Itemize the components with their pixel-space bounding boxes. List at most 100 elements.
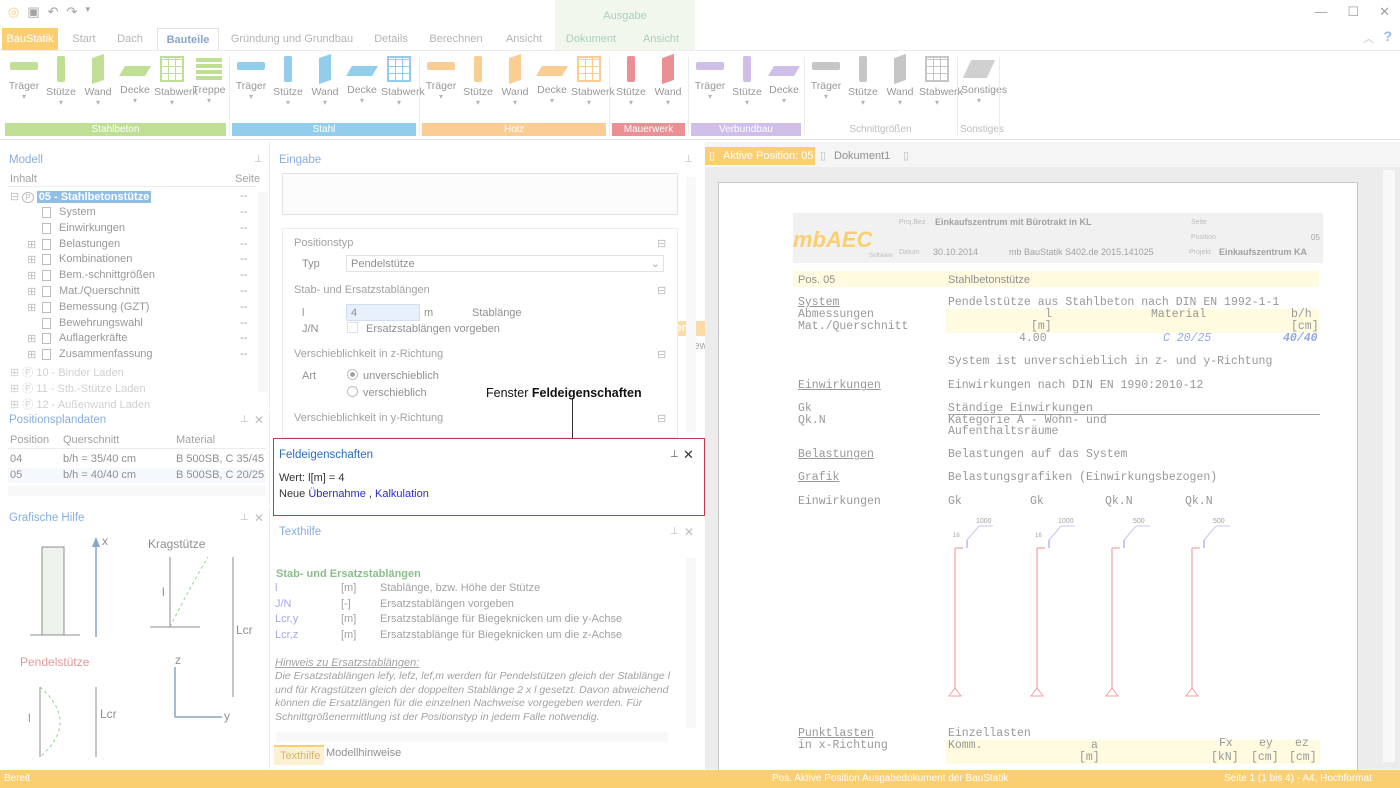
ribbon-button-träger[interactable]: Träger ▾ xyxy=(808,56,844,101)
ribbon-button-decke[interactable]: Decke ▾ xyxy=(534,56,570,105)
customize-icon[interactable]: ▾ xyxy=(85,4,90,20)
collapse-icon[interactable]: ⊟ xyxy=(10,191,19,203)
chevron-down-icon: ▾ xyxy=(934,98,939,107)
ribbon-button-stütze[interactable]: Stütze ▾ xyxy=(460,56,496,107)
tab-details[interactable]: Details xyxy=(366,28,416,50)
ribbon-button-stütze[interactable]: Stütze ▾ xyxy=(613,56,649,107)
tab-aktive-position[interactable]: ▯ Aktive Position: 05 xyxy=(705,147,815,165)
tab-dach[interactable]: Dach xyxy=(110,28,150,50)
ribbon-button-träger[interactable]: Träger ▾ xyxy=(692,56,728,101)
pin-icon[interactable]: ⊥ xyxy=(254,154,263,165)
h-scrollbar[interactable] xyxy=(276,732,668,742)
ribbon-button-stabwerk[interactable]: Stabwerk ▾ xyxy=(154,56,198,107)
close-icon[interactable]: ✕ xyxy=(254,413,264,427)
app-icon[interactable]: ◎ xyxy=(8,4,19,20)
minimize-icon[interactable]: — xyxy=(1314,4,1327,20)
link-kalkulation[interactable]: Kalkulation xyxy=(375,488,429,500)
scrollbar[interactable] xyxy=(258,192,268,392)
tree-root[interactable]: ⊟ P 05 - Stahlbetonstütze xyxy=(10,190,152,203)
table-row[interactable]: 04 b/h = 35/40 cm B 500SB, C 35/45 xyxy=(8,452,266,467)
tab-berechnen[interactable]: Berechnen xyxy=(424,28,488,50)
pin-icon[interactable]: ⊥ xyxy=(670,526,679,537)
hint-line: Die Ersatzstablängen lefy, lefz, lef,m w… xyxy=(275,670,670,682)
expand-icon[interactable]: ⊞ xyxy=(27,332,36,345)
hdr-datum: 30.10.2014 xyxy=(933,247,979,257)
redo-icon[interactable]: ↷ xyxy=(67,4,78,20)
ribbon-button-stütze[interactable]: Stütze ▾ xyxy=(270,56,306,107)
tree-item-label: Auflagerkräfte xyxy=(59,332,128,345)
load-value: 1000 xyxy=(976,518,992,525)
hdr-label: Seite xyxy=(1191,219,1207,226)
ribbon-button-wand[interactable]: Wand ▾ xyxy=(882,53,918,107)
ribbon-button-stütze[interactable]: Stütze ▾ xyxy=(845,56,881,107)
scrollbar[interactable] xyxy=(686,558,696,728)
tab-dokument[interactable]: Dokument xyxy=(560,28,622,50)
expand-icon[interactable]: ⊞ xyxy=(27,301,36,314)
maximize-icon[interactable]: ☐ xyxy=(1347,4,1359,20)
pin-icon[interactable]: ⊥ xyxy=(240,512,249,523)
ribbon-button-sonstiges[interactable]: Sonstiges ▾ xyxy=(961,56,1007,105)
ribbon-button-wand[interactable]: Wand ▾ xyxy=(80,53,116,107)
h-scrollbar[interactable] xyxy=(8,486,266,496)
scrollbar[interactable] xyxy=(686,177,696,432)
ribbon-button-stabwerk[interactable]: Stabwerk ▾ xyxy=(381,56,425,107)
close-icon[interactable]: ✕ xyxy=(683,447,694,463)
tab-start[interactable]: Start xyxy=(64,28,104,50)
save-icon[interactable]: ▣ xyxy=(27,4,39,20)
radio-verschieblich[interactable] xyxy=(347,386,358,397)
expand-icon[interactable]: ⊞ xyxy=(27,348,36,361)
collapse-icon[interactable]: ⊟ xyxy=(657,348,666,361)
tab-texthilfe[interactable]: Texthilfe xyxy=(274,745,324,765)
pin-icon[interactable]: ⊥ xyxy=(240,414,249,425)
ribbon-tabs: BauStatik Start Dach Bauteile Gründung u… xyxy=(0,28,1400,50)
tab-modellhinweise[interactable]: Modellhinweise xyxy=(326,747,401,759)
tab-ansicht-ausgabe[interactable]: Ansicht xyxy=(630,28,692,50)
pin-icon[interactable]: ⊥ xyxy=(684,154,693,165)
col-querschnitt: Querschnitt xyxy=(63,434,120,446)
ribbon-button-stütze[interactable]: Stütze ▾ xyxy=(43,56,79,107)
close-icon[interactable]: ✕ xyxy=(1379,4,1390,20)
ribbon-button-decke[interactable]: Decke ▾ xyxy=(117,56,153,105)
ribbon-button-stabwerk[interactable]: Stabwerk ▾ xyxy=(919,56,963,107)
expand-icon[interactable]: ⊞ xyxy=(27,253,36,266)
expand-icon[interactable]: ⊞ xyxy=(27,285,36,298)
tab-bauteile[interactable]: Bauteile xyxy=(157,28,219,50)
scrollbar[interactable] xyxy=(1383,170,1395,762)
ribbon-button-wand[interactable]: Wand ▾ xyxy=(650,53,686,107)
positionsplan-title: Positionsplandaten xyxy=(9,414,107,426)
radio-unverschieblich[interactable] xyxy=(347,369,358,380)
load-diagram xyxy=(948,525,993,697)
tree-position[interactable]: ⊞ Ⓟ 11 - Stb.-Stütze Laden xyxy=(10,380,146,396)
ribbon-button-stabwerk[interactable]: Stabwerk ▾ xyxy=(571,56,615,107)
ribbon-button-träger[interactable]: Träger ▾ xyxy=(423,56,459,101)
pin-icon[interactable]: ⊥ xyxy=(670,449,679,460)
ribbon-button-träger[interactable]: Träger ▾ xyxy=(6,56,42,101)
collapse-icon[interactable]: ⊟ xyxy=(657,412,666,425)
typ-select[interactable]: Pendelstütze ⌄ xyxy=(346,255,664,272)
ribbon-button-träger[interactable]: Träger ▾ xyxy=(233,56,269,101)
table-row[interactable]: 05 b/h = 40/40 cm B 500SB, C 20/25 xyxy=(8,468,266,483)
ribbon-button-treppe[interactable]: Treppe ▾ xyxy=(191,56,227,105)
tree-position[interactable]: ⊞ Ⓟ 10 - Binder Laden xyxy=(10,364,124,380)
expand-icon[interactable]: ⊞ xyxy=(27,238,36,251)
link-uebernahme[interactable]: Übernahme xyxy=(308,488,365,500)
jn-checkbox[interactable] xyxy=(347,322,358,333)
close-icon[interactable]: ✕ xyxy=(254,511,264,525)
close-icon[interactable]: ✕ xyxy=(684,525,694,539)
chevron-down-icon: ▾ xyxy=(976,96,981,105)
new-doc-icon[interactable]: ▯ xyxy=(903,149,909,162)
expand-icon[interactable]: ⊞ xyxy=(27,269,36,282)
l-input[interactable]: 4 xyxy=(346,304,420,321)
collapse-icon[interactable]: ⊟ xyxy=(657,237,666,250)
tab-baustatik[interactable]: BauStatik xyxy=(2,28,58,50)
ribbon-button-wand[interactable]: Wand ▾ xyxy=(307,53,343,107)
tab-gruendung[interactable]: Gründung und Grundbau xyxy=(226,28,358,50)
ribbon-button-wand[interactable]: Wand ▾ xyxy=(497,53,533,107)
undo-icon[interactable]: ↶ xyxy=(48,4,59,20)
ribbon-button-decke[interactable]: Decke ▾ xyxy=(344,56,380,105)
pos-title: Stahlbetonstütze xyxy=(948,274,1030,286)
collapse-icon[interactable]: ⊟ xyxy=(657,284,666,297)
ribbon-button-decke[interactable]: Decke ▾ xyxy=(766,56,802,105)
ribbon-button-stütze[interactable]: Stütze ▾ xyxy=(729,56,765,107)
tab-ansicht[interactable]: Ansicht xyxy=(496,28,552,50)
